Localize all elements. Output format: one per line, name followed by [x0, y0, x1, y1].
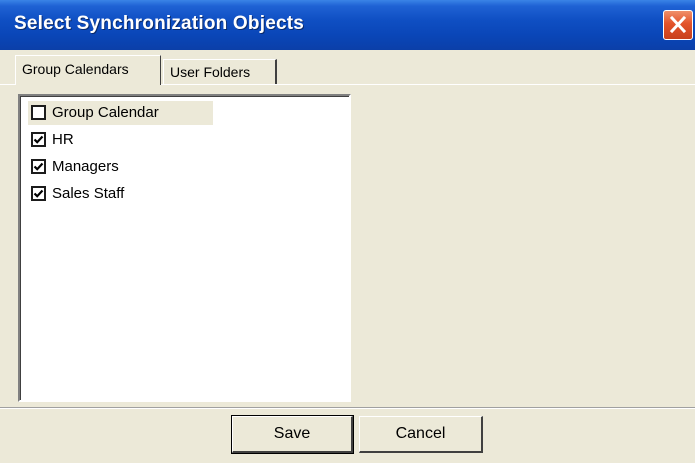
list-item-label: Sales Staff: [52, 185, 125, 202]
list-item-group-calendar[interactable]: Group Calendar: [28, 101, 213, 125]
list-item-label: HR: [52, 131, 74, 148]
tab-label: Group Calendars: [22, 61, 129, 77]
button-bar-separator: [0, 407, 695, 409]
title-bar[interactable]: Select Synchronization Objects: [0, 0, 695, 50]
close-button[interactable]: [663, 10, 693, 40]
cancel-button[interactable]: Cancel: [359, 416, 483, 453]
list-item-label: Managers: [52, 158, 119, 175]
group-calendar-list[interactable]: Group Calendar HR Managers Sales Staff: [18, 94, 351, 402]
check-icon: [33, 135, 44, 144]
checkbox-group-calendar[interactable]: [31, 105, 46, 120]
checkbox-managers[interactable]: [31, 159, 46, 174]
check-icon: [33, 189, 44, 198]
dialog-window: Select Synchronization Objects Group Cal…: [0, 0, 695, 463]
tab-group-calendars[interactable]: Group Calendars: [15, 55, 161, 85]
window-title: Select Synchronization Objects: [14, 13, 305, 34]
checkbox-sales-staff[interactable]: [31, 186, 46, 201]
checkbox-hr[interactable]: [31, 132, 46, 147]
tab-label: User Folders: [170, 64, 251, 80]
close-icon: [669, 15, 687, 34]
check-icon: [33, 162, 44, 171]
tab-user-folders[interactable]: User Folders: [163, 59, 277, 85]
list-item-label: Group Calendar: [52, 104, 159, 121]
save-button[interactable]: Save: [231, 415, 354, 454]
